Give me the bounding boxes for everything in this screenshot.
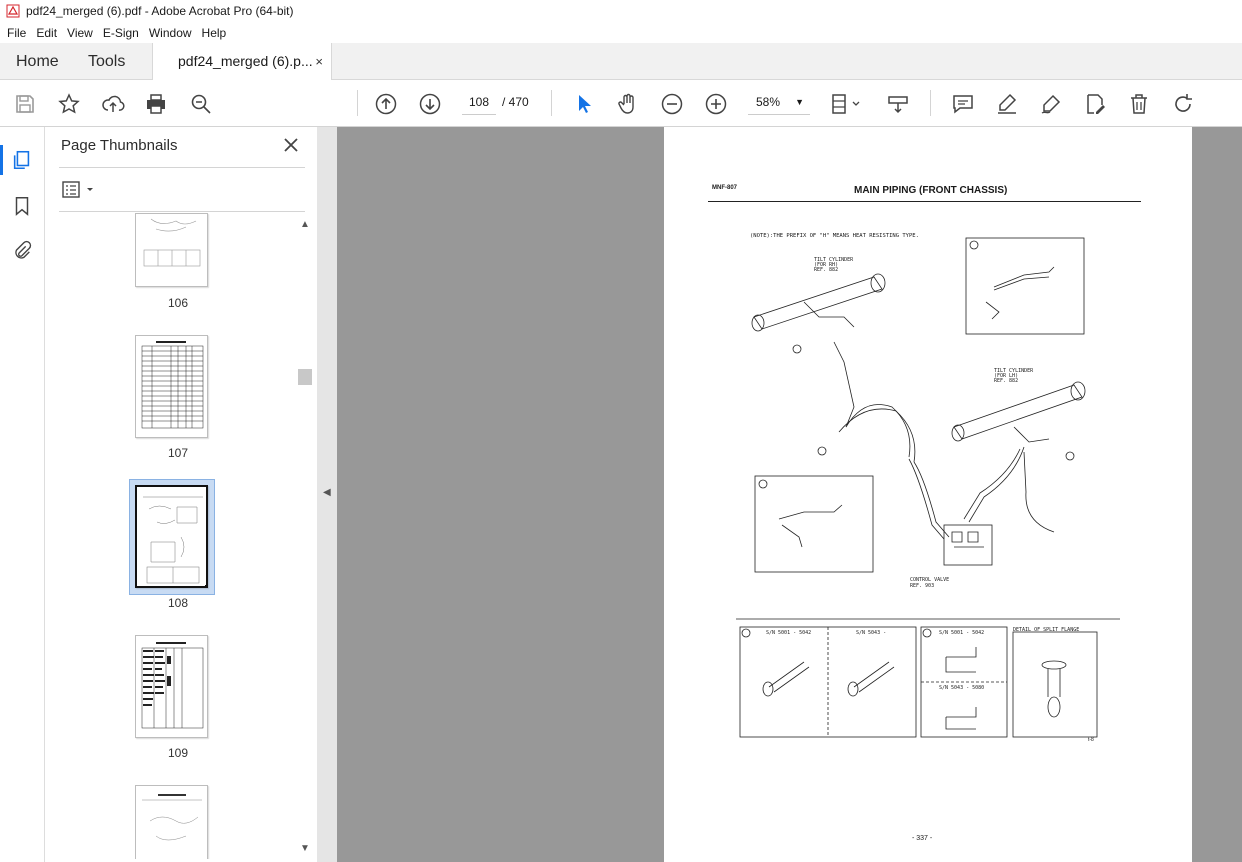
tab-bar: Home Tools pdf24_merged (6).p... ×	[0, 43, 1242, 81]
edit-pdf-icon[interactable]	[1082, 91, 1108, 117]
scroll-thumb[interactable]	[298, 369, 312, 385]
panel-collapse-handle[interactable]: ◀	[317, 127, 337, 862]
menu-view[interactable]: View	[67, 26, 93, 40]
divider	[59, 167, 305, 168]
tilt-rh-ref: REF. 882	[814, 267, 838, 273]
page-number: - 337 -	[912, 835, 933, 842]
next-page-icon[interactable]	[417, 91, 443, 117]
sn-c2-label: S/N 5043 -	[856, 630, 886, 636]
zoom-in-icon[interactable]	[703, 91, 729, 117]
thumbnail-page[interactable]	[135, 335, 208, 438]
bookmark-icon[interactable]	[9, 193, 35, 219]
thumbnail-image	[143, 496, 206, 586]
tilt-lh-ref: REF. 882	[994, 378, 1018, 384]
toolbar-separator	[930, 90, 931, 116]
thumbnail-image	[141, 341, 204, 429]
control-valve-ref: REF. 903	[910, 583, 934, 589]
zoom-search-icon[interactable]	[188, 91, 214, 117]
scroll-down-icon[interactable]: ▼	[297, 843, 313, 854]
prev-page-icon[interactable]	[373, 91, 399, 117]
select-arrow-icon[interactable]	[571, 91, 597, 117]
window-title: pdf24_merged (6).pdf - Adobe Acrobat Pro…	[26, 4, 294, 18]
tab-tools[interactable]: Tools	[88, 43, 125, 80]
sn-d1-label: S/N 5001 - 5042	[939, 630, 984, 636]
left-rail	[0, 127, 45, 862]
title-bar: pdf24_merged (6).pdf - Adobe Acrobat Pro…	[0, 0, 1242, 22]
pdf-page: MNF-807 MAIN PIPING (FRONT CHASSIS) (NOT…	[664, 127, 1192, 862]
page-layout-icon[interactable]	[830, 91, 864, 117]
upload-icon[interactable]	[100, 91, 126, 117]
thumbnail-label: 108	[167, 596, 189, 610]
menu-file[interactable]: File	[7, 26, 26, 40]
corner-mark: t-8	[1088, 737, 1094, 743]
collapse-arrow-icon: ◀	[323, 487, 331, 498]
menu-esign[interactable]: E-Sign	[103, 26, 139, 40]
scroll-up-icon[interactable]: ▲	[297, 219, 313, 230]
thumbnail-image	[143, 218, 201, 267]
thumbnail-page-current[interactable]	[135, 485, 208, 588]
star-icon[interactable]	[56, 91, 82, 117]
page-thumbnails-icon[interactable]	[9, 147, 35, 173]
toolbar-separator	[551, 90, 552, 116]
thumbnail-image	[141, 642, 204, 729]
thumbnail-page[interactable]	[135, 213, 208, 287]
document-tab-label: pdf24_merged (6).p...	[178, 53, 313, 69]
menu-edit[interactable]: Edit	[36, 26, 57, 40]
comment-icon[interactable]	[950, 91, 976, 117]
save-icon[interactable]	[12, 91, 38, 117]
piping-diagram: TILT CYLINDER (FOR RH) REF. 882 TILT CYL…	[736, 237, 1120, 738]
thumbnail-label: 106	[167, 296, 189, 310]
delete-icon[interactable]	[1126, 91, 1152, 117]
page-number-input[interactable]: 108	[462, 89, 496, 115]
thumbnail-label: 109	[167, 746, 189, 760]
tab-home[interactable]: Home	[16, 43, 59, 80]
thumbnails-panel: Page Thumbnails 106 107 108 109 ▲ ▼	[45, 127, 317, 862]
menu-bar: File Edit View E-Sign Window Help	[0, 22, 1242, 43]
rotate-icon[interactable]	[1170, 91, 1196, 117]
thumbnail-image	[142, 794, 202, 841]
zoom-select[interactable]: 58% ▼	[748, 89, 810, 115]
toolbar	[0, 80, 1242, 127]
sign-icon[interactable]	[1038, 91, 1064, 117]
zoom-out-icon[interactable]	[659, 91, 685, 117]
sn-c1-label: S/N 5001 - 5042	[766, 630, 811, 636]
document-canvas[interactable]: MNF-807 MAIN PIPING (FRONT CHASSIS) (NOT…	[337, 127, 1242, 862]
toolbar-separator	[357, 90, 358, 116]
divider	[59, 211, 305, 212]
hand-icon[interactable]	[615, 91, 641, 117]
highlight-icon[interactable]	[994, 91, 1020, 117]
thumbnail-page[interactable]	[135, 635, 208, 738]
acrobat-icon	[6, 4, 20, 18]
thumbnail-list: 106 107 108 109	[59, 213, 297, 859]
menu-window[interactable]: Window	[149, 26, 192, 40]
tab-document[interactable]: pdf24_merged (6).p... ×	[152, 43, 332, 81]
rail-active-indicator	[0, 145, 3, 175]
print-icon[interactable]	[143, 91, 169, 117]
zoom-value: 58%	[756, 95, 781, 109]
thumbnail-label: 107	[167, 446, 189, 460]
page-total: / 470	[502, 95, 529, 109]
menu-help[interactable]: Help	[202, 26, 227, 40]
panel-title: Page Thumbnails	[61, 137, 178, 154]
thumbnail-page[interactable]	[135, 785, 208, 859]
chevron-down-icon: ▼	[795, 97, 804, 107]
split-flange-label: DETAIL OF SPLIT FLANGE	[1013, 627, 1079, 633]
sn-d2-label: S/N 5043 - 5080	[939, 685, 984, 691]
close-tab-icon[interactable]: ×	[315, 43, 323, 80]
thumbnail-options-icon[interactable]	[61, 179, 97, 201]
scroll-icon[interactable]	[885, 91, 911, 117]
close-icon[interactable]	[281, 135, 301, 155]
attachment-icon[interactable]	[9, 238, 35, 264]
thumbnail-scrollbar[interactable]: ▲ ▼	[297, 213, 313, 859]
